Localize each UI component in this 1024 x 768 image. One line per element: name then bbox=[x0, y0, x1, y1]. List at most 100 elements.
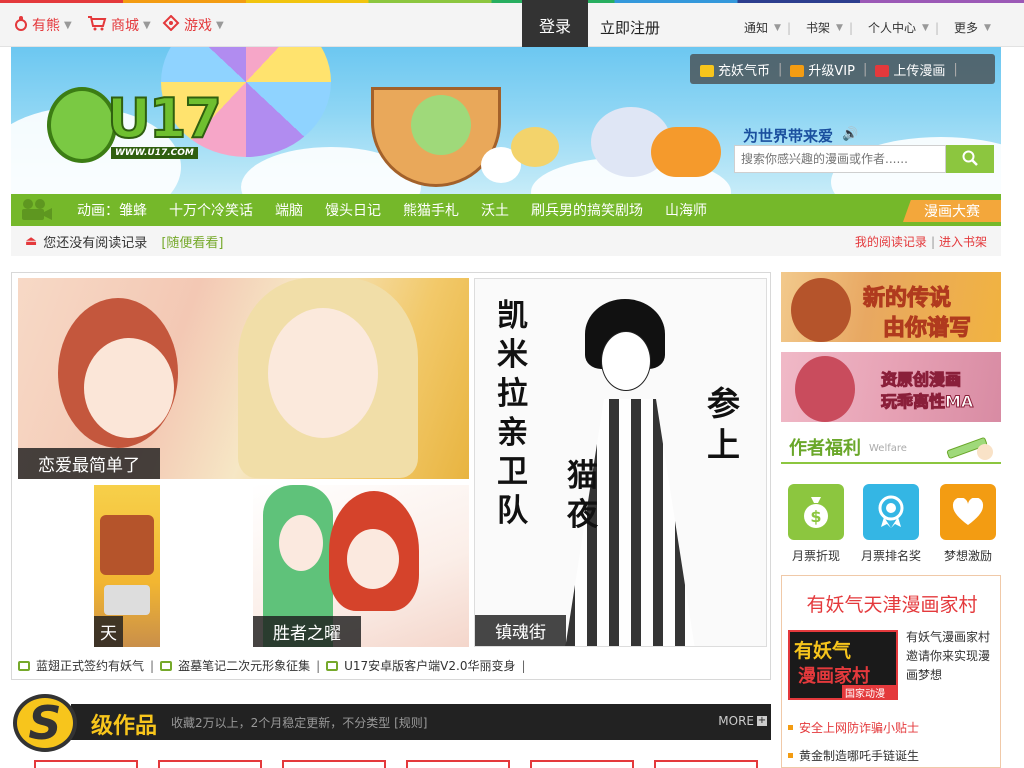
news-link[interactable]: 盗墓笔记二次元形象征集 bbox=[178, 657, 310, 674]
welfare-monthly-cash[interactable]: $ 月票折现 bbox=[784, 484, 848, 564]
user-center-label: 个人中心 bbox=[868, 21, 917, 35]
nav-more[interactable]: 更多 ▼ bbox=[954, 19, 991, 36]
promo-banner-ma[interactable]: 资原创漫画 玩乖离性MA bbox=[781, 352, 1001, 422]
feature-panel-cooking[interactable]: 天 bbox=[94, 485, 160, 647]
bear-paw-icon bbox=[14, 15, 28, 35]
money-bag-icon: $ bbox=[788, 484, 844, 540]
news-link[interactable]: U17安卓版客户端V2.0华丽变身 bbox=[344, 657, 515, 674]
divider: | bbox=[778, 61, 783, 77]
food-illustration bbox=[100, 515, 154, 575]
anim-link[interactable]: 沃土 bbox=[481, 200, 509, 220]
featured-gallery: 恋爱最简单了 天 胜者之曜 凯米拉亲卫队 参上 猫夜 镇魂街 蓝翅正式签约有妖气… bbox=[11, 272, 771, 680]
village-title[interactable]: 有妖气天津漫画家村 bbox=[782, 590, 1002, 617]
work-thumbnail[interactable] bbox=[158, 760, 262, 768]
feature-panel-romance[interactable]: 恋爱最简单了 bbox=[18, 278, 469, 479]
welfare-ranking-award[interactable]: 月票排名奖 bbox=[859, 484, 923, 564]
recharge-button[interactable]: 充妖气币 bbox=[700, 60, 770, 79]
speaker-icon[interactable]: 🔊 bbox=[842, 127, 858, 142]
login-button[interactable]: 登录 bbox=[522, 0, 588, 50]
anim-link[interactable]: 十万个冷笑话 bbox=[169, 200, 253, 220]
anim-link[interactable]: 山海师 bbox=[665, 200, 707, 220]
chevron-down-icon: ▼ bbox=[774, 22, 781, 33]
welfare-label: 月票排名奖 bbox=[860, 549, 921, 563]
nav-games-label: 游戏 bbox=[184, 18, 212, 34]
nav-notifications[interactable]: 通知 ▼ | bbox=[744, 19, 791, 36]
chevron-down-icon: ▼ bbox=[836, 22, 843, 33]
section-title: 级作品 bbox=[91, 714, 158, 739]
enter-bookshelf-link[interactable]: 进入书架 bbox=[939, 235, 987, 249]
banner-toolstrip: 充妖气币 | 升级VIP | 上传漫画 | bbox=[690, 54, 995, 84]
nav-games[interactable]: 游戏 ▼ bbox=[162, 14, 224, 35]
work-thumbnail[interactable] bbox=[34, 760, 138, 768]
promo-text: 由你谱写 bbox=[882, 316, 972, 342]
chevron-down-icon: ▼ bbox=[922, 22, 929, 33]
anim-link[interactable]: 雏蜂 bbox=[119, 200, 147, 220]
s-badge: S bbox=[13, 694, 77, 752]
divider: | bbox=[953, 61, 958, 77]
chevron-down-icon: ▼ bbox=[143, 19, 151, 31]
upload-label: 上传漫画 bbox=[893, 63, 946, 79]
my-history-link[interactable]: 我的阅读记录 bbox=[855, 235, 927, 249]
poster-text: 参上 bbox=[707, 384, 740, 464]
character-face bbox=[268, 308, 378, 438]
anim-link[interactable]: 刷兵男的搞笑剧场 bbox=[531, 200, 643, 220]
gamepad-icon bbox=[162, 14, 180, 35]
reading-history-bar: ⏏ 您还没有阅读记录 [随便看看] 我的阅读记录 | 进入书架 bbox=[11, 226, 1001, 256]
feature-caption: 天 bbox=[94, 616, 123, 647]
feature-panel-victor[interactable]: 胜者之曜 bbox=[253, 485, 469, 647]
nav-mall[interactable]: 商城 ▼ bbox=[87, 15, 151, 35]
anim-link[interactable]: 馒头日记 bbox=[325, 200, 381, 220]
village-news-link[interactable]: 黄金制造哪吒手链诞生 bbox=[788, 747, 919, 764]
bullet-icon bbox=[788, 753, 793, 758]
upload-button[interactable]: 上传漫画 bbox=[875, 60, 945, 79]
pot-illustration bbox=[104, 585, 150, 615]
work-thumbnail[interactable] bbox=[406, 760, 510, 768]
divider: | bbox=[786, 20, 791, 35]
more-button[interactable]: MORE + bbox=[718, 714, 767, 728]
vip-button[interactable]: 升级VIP bbox=[790, 60, 855, 79]
anim-link[interactable]: 熊猫手札 bbox=[403, 200, 459, 220]
work-thumbnail[interactable] bbox=[282, 760, 386, 768]
promo-banner-legend[interactable]: 新的传说 由你谱写 bbox=[781, 272, 1001, 342]
welfare-label: 月票折现 bbox=[791, 549, 840, 563]
cart-icon bbox=[87, 15, 107, 35]
news-ticker: 蓝翅正式签约有妖气 | 盗墓笔记二次元形象征集 | U17安卓版客户端V2.0华丽变… bbox=[18, 657, 528, 674]
divider: | bbox=[934, 20, 939, 35]
character-face bbox=[279, 515, 323, 571]
nav-user-center[interactable]: 个人中心 ▼ | bbox=[868, 19, 939, 36]
pencil-icon bbox=[941, 432, 995, 465]
heart-icon bbox=[940, 484, 996, 540]
poster-text: 凯米拉亲卫队 bbox=[497, 298, 528, 529]
village-image-text: 有妖气 bbox=[794, 640, 852, 662]
chevron-down-icon: ▼ bbox=[64, 19, 72, 31]
work-thumbnail[interactable] bbox=[654, 760, 758, 768]
character-green-hair bbox=[411, 95, 471, 155]
coin-icon bbox=[700, 65, 714, 77]
section-description: 收藏2万以上，2个月稳定更新，不分类型 [规则] bbox=[171, 716, 428, 730]
village-news-link[interactable]: 安全上网防诈骗小贴士 bbox=[788, 719, 919, 736]
tv-icon bbox=[326, 660, 339, 671]
vip-icon bbox=[790, 65, 805, 77]
chevron-down-icon: ▼ bbox=[984, 22, 991, 33]
nav-bookshelf[interactable]: 书架 ▼ | bbox=[806, 19, 853, 36]
tv-icon bbox=[160, 660, 173, 671]
nav-youxiong[interactable]: 有熊 ▼ bbox=[14, 15, 72, 35]
animation-bar: 动画： 雏蜂 十万个冷笑话 端脑 馒头日记 熊猫手札 沃土 刷兵男的搞笑剧场 山… bbox=[11, 194, 1001, 226]
search-input[interactable] bbox=[734, 145, 946, 173]
feature-caption: 镇魂街 bbox=[475, 615, 566, 646]
feature-panel-zhenhun[interactable]: 凯米拉亲卫队 参上 猫夜 镇魂街 bbox=[474, 278, 767, 647]
anim-link[interactable]: 端脑 bbox=[275, 200, 303, 220]
comic-contest-button[interactable]: 漫画大赛 bbox=[903, 200, 1001, 222]
village-promo-image[interactable]: 有妖气 漫画家村 国家动漫园 bbox=[788, 630, 898, 700]
u17-logo[interactable]: U17 WWW.U17.COM bbox=[47, 81, 223, 177]
welfare-dream-incentive[interactable]: 梦想激励 bbox=[936, 484, 1000, 564]
divider: | bbox=[848, 20, 853, 35]
history-icon: ⏏ bbox=[25, 233, 38, 249]
random-browse-link[interactable]: [随便看看] bbox=[161, 232, 223, 251]
divider: | bbox=[862, 61, 868, 77]
character-yellow-bird bbox=[511, 127, 559, 167]
work-thumbnail[interactable] bbox=[530, 760, 634, 768]
register-link[interactable]: 立即注册 bbox=[600, 17, 660, 38]
news-link[interactable]: 蓝翅正式签约有妖气 bbox=[36, 657, 144, 674]
search-button[interactable] bbox=[946, 145, 994, 173]
